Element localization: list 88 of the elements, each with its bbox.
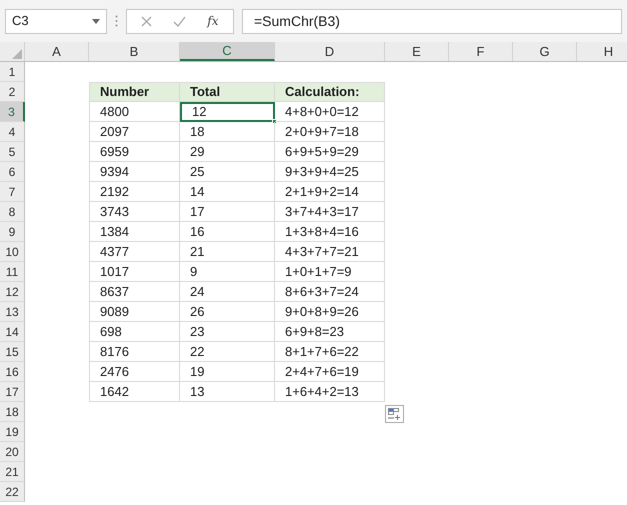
table-cell[interactable]: 6959 xyxy=(89,142,180,162)
table-cell[interactable]: 14 xyxy=(180,182,275,202)
table-cell[interactable]: 18 xyxy=(180,122,275,142)
table-header-cell: Total xyxy=(180,82,275,102)
table-cell[interactable]: 22 xyxy=(180,342,275,362)
row-header[interactable]: 19 xyxy=(0,422,25,442)
table-cell[interactable]: 4377 xyxy=(89,242,180,262)
row-header[interactable]: 18 xyxy=(0,402,25,422)
table-cell[interactable]: 9394 xyxy=(89,162,180,182)
row-header[interactable]: 3 xyxy=(0,102,25,122)
table-cell[interactable]: 8176 xyxy=(89,342,180,362)
table-cell[interactable]: 25 xyxy=(180,162,275,182)
row-header[interactable]: 9 xyxy=(0,222,25,242)
close-icon[interactable] xyxy=(141,16,152,26)
row-header[interactable]: 11 xyxy=(0,262,25,282)
table-cell[interactable]: 2+1+9+2=14 xyxy=(275,182,385,202)
table-cell[interactable]: 698 xyxy=(89,322,180,342)
column-header[interactable]: E xyxy=(385,42,449,61)
column-header[interactable]: H xyxy=(577,42,627,61)
row-header[interactable]: 5 xyxy=(0,142,25,162)
table-cell[interactable]: 29 xyxy=(180,142,275,162)
table-header-cell: Calculation: xyxy=(275,82,385,102)
table-cell[interactable]: 23 xyxy=(180,322,275,342)
row-header[interactable]: 14 xyxy=(0,322,25,342)
table-cell[interactable]: 24 xyxy=(180,282,275,302)
table-cell[interactable]: 8+1+7+6=22 xyxy=(275,342,385,362)
table-cell[interactable]: 9 xyxy=(180,262,275,282)
formula-field[interactable]: =SumChr(B3) xyxy=(242,8,622,34)
table-cell[interactable]: 3+7+4+3=17 xyxy=(275,202,385,222)
row-header[interactable]: 22 xyxy=(0,482,25,502)
row-header[interactable]: 12 xyxy=(0,282,25,302)
table-cell[interactable]: 4+8+0+0=12 xyxy=(275,102,385,122)
table-cell[interactable]: 1384 xyxy=(89,222,180,242)
table-cell[interactable]: 9+3+9+4=25 xyxy=(275,162,385,182)
table-cell[interactable]: 6+9+5+9=29 xyxy=(275,142,385,162)
table-cell[interactable]: 2192 xyxy=(89,182,180,202)
row-header[interactable]: 7 xyxy=(0,182,25,202)
column-header[interactable]: A xyxy=(25,42,89,61)
row-header[interactable]: 16 xyxy=(0,362,25,382)
column-header[interactable]: G xyxy=(513,42,577,61)
table-cell[interactable]: 1+3+8+4=16 xyxy=(275,222,385,242)
row-header[interactable]: 4 xyxy=(0,122,25,142)
row-header[interactable]: 8 xyxy=(0,202,25,222)
table-cell[interactable]: 2476 xyxy=(89,362,180,382)
table-header-cell: Number xyxy=(89,82,180,102)
fill-handle[interactable] xyxy=(272,119,277,124)
table-cell[interactable]: 3743 xyxy=(89,202,180,222)
quick-analysis-button[interactable] xyxy=(385,405,404,423)
table-cell[interactable]: 2+0+9+7=18 xyxy=(275,122,385,142)
table-cell[interactable]: 4800 xyxy=(89,102,180,122)
table-cell[interactable]: 26 xyxy=(180,302,275,322)
table-cell[interactable]: 1017 xyxy=(89,262,180,282)
checkmark-icon[interactable] xyxy=(173,16,186,26)
row-header[interactable]: 1 xyxy=(0,62,25,82)
table-cell[interactable]: 1642 xyxy=(89,382,180,402)
row-header[interactable]: 13 xyxy=(0,302,25,322)
row-header[interactable]: 2 xyxy=(0,82,25,102)
row-header[interactable]: 10 xyxy=(0,242,25,262)
table-cell[interactable]: 12 xyxy=(180,102,275,122)
corner-triangle-icon xyxy=(12,49,22,59)
name-box[interactable]: C3 xyxy=(5,8,107,34)
dropdown-caret-icon xyxy=(92,18,100,24)
row-header[interactable]: 20 xyxy=(0,442,25,462)
row-header[interactable]: 15 xyxy=(0,342,25,362)
insert-function-button[interactable]: fx xyxy=(207,12,219,30)
table-cell[interactable]: 9089 xyxy=(89,302,180,322)
quick-analysis-icon xyxy=(388,408,401,420)
table-cell[interactable]: 1+0+1+7=9 xyxy=(275,262,385,282)
table-cell[interactable]: 2+4+7+6=19 xyxy=(275,362,385,382)
column-header[interactable]: C xyxy=(180,42,275,61)
column-header[interactable]: F xyxy=(449,42,513,61)
row-header[interactable]: 6 xyxy=(0,162,25,182)
table-cell[interactable]: 8+6+3+7=24 xyxy=(275,282,385,302)
row-header[interactable]: 17 xyxy=(0,382,25,402)
table-cell[interactable]: 8637 xyxy=(89,282,180,302)
column-header[interactable]: D xyxy=(275,42,385,61)
row-header[interactable]: 21 xyxy=(0,462,25,482)
table-cell[interactable]: 1+6+4+2=13 xyxy=(275,382,385,402)
more-dots-icon xyxy=(115,15,118,27)
table-cell[interactable]: 2097 xyxy=(89,122,180,142)
table-cell[interactable]: 4+3+7+7=21 xyxy=(275,242,385,262)
table-cell[interactable]: 16 xyxy=(180,222,275,242)
table-cell[interactable]: 17 xyxy=(180,202,275,222)
table-cell[interactable]: 13 xyxy=(180,382,275,402)
table-cell[interactable]: 21 xyxy=(180,242,275,262)
table-cell[interactable]: 9+0+8+9=26 xyxy=(275,302,385,322)
table-cell[interactable]: 6+9+8=23 xyxy=(275,322,385,342)
table-cell[interactable]: 19 xyxy=(180,362,275,382)
